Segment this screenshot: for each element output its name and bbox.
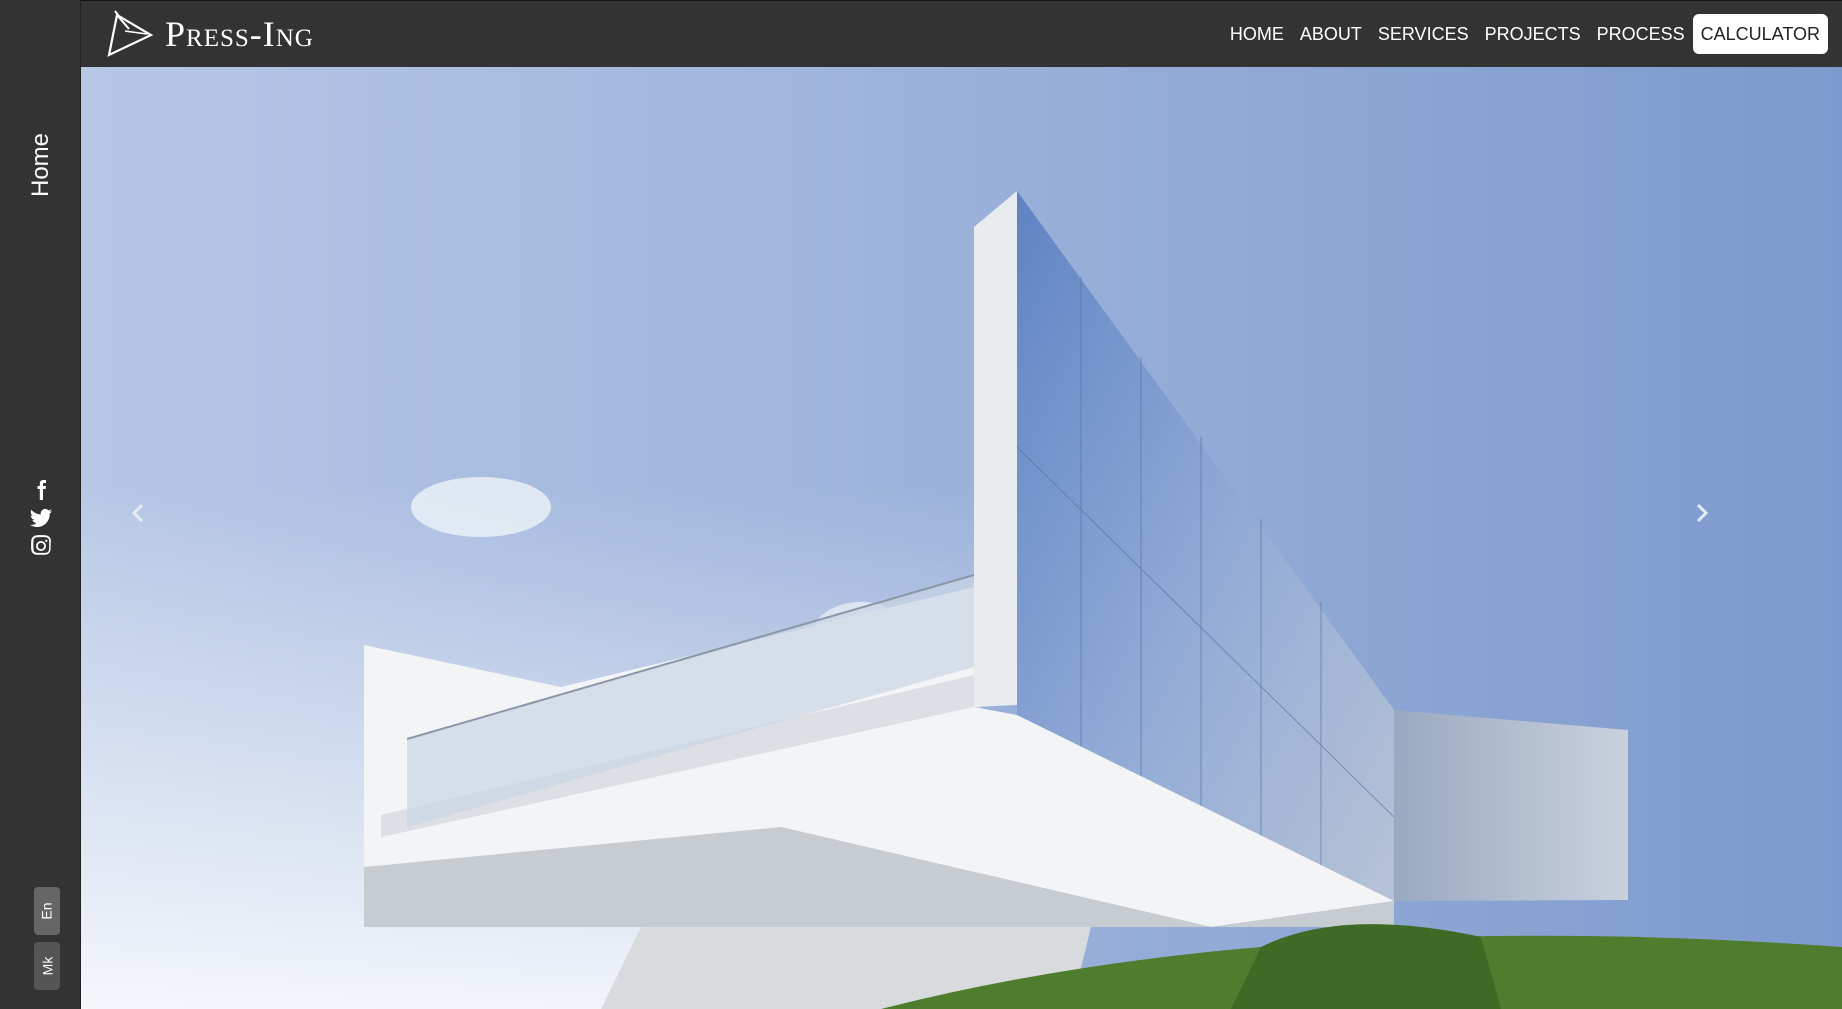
triangle-logo-icon — [103, 9, 157, 59]
chevron-left-icon — [131, 503, 144, 523]
top-navbar: Press-Ing HOME ABOUT SERVICES PROJECTS P… — [81, 0, 1842, 67]
nav-services[interactable]: SERVICES — [1378, 14, 1469, 54]
nav-home[interactable]: HOME — [1230, 14, 1284, 54]
calculator-button[interactable]: CALCULATOR — [1692, 14, 1828, 54]
language-mk-button[interactable]: Mk — [34, 942, 60, 990]
carousel-next-button[interactable] — [1682, 493, 1722, 533]
nav-projects[interactable]: PROJECTS — [1485, 14, 1581, 54]
language-en-button[interactable]: En — [34, 887, 60, 935]
nav-process[interactable]: PROCESS — [1597, 14, 1685, 54]
language-en-label: En — [39, 902, 55, 920]
instagram-icon[interactable] — [28, 533, 54, 559]
brand-name: Press-Ing — [165, 14, 314, 54]
main-nav: HOME ABOUT SERVICES PROJECTS PROCESS CAL… — [1214, 14, 1828, 54]
chevron-right-icon — [1696, 503, 1709, 523]
facebook-icon[interactable] — [28, 477, 54, 503]
language-mk-label: Mk — [38, 956, 55, 976]
nav-about[interactable]: ABOUT — [1300, 14, 1362, 54]
hero-building-image — [81, 67, 1842, 1009]
twitter-icon[interactable] — [28, 505, 54, 531]
carousel-prev-button[interactable] — [118, 493, 158, 533]
left-sidebar: Home En Mk — [0, 0, 81, 1009]
current-page-label: Home — [27, 132, 54, 198]
hero-carousel — [81, 67, 1842, 1009]
brand-home-link[interactable]: Press-Ing — [103, 9, 314, 59]
